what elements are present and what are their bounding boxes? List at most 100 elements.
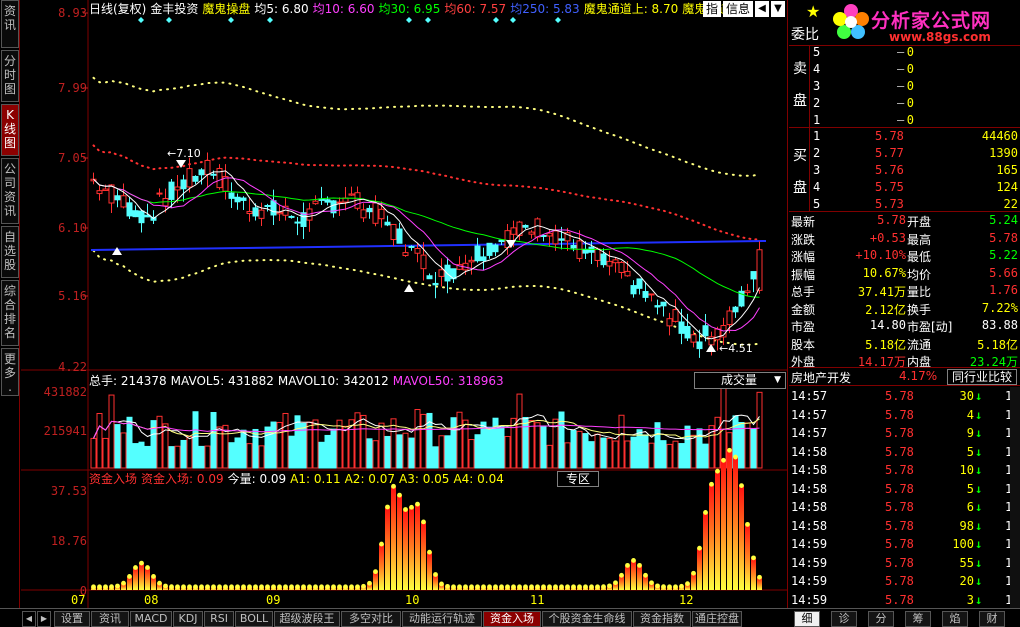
money-flow-dot — [553, 584, 558, 590]
money-flow-dot — [523, 584, 528, 590]
sell-level-row[interactable]: 2 –0 — [789, 95, 1020, 112]
money-flow-dot — [217, 584, 222, 590]
sell-level-row[interactable]: 5 –0 — [789, 44, 1020, 61]
scroll-right-icon[interactable]: ▶ — [37, 611, 51, 627]
buy-level-row[interactable]: 3 5.76 165 — [789, 162, 1020, 179]
money-flow-dot — [625, 562, 630, 568]
volume-bar — [402, 432, 409, 469]
buy-level-row[interactable]: 4 5.75 124 — [789, 179, 1020, 196]
money-flow-dot — [319, 584, 324, 590]
indicator-button[interactable]: 指 — [703, 1, 721, 17]
level-num: 1 — [813, 129, 821, 143]
tick-price: 5.78 — [885, 574, 914, 588]
volume-bar — [108, 394, 115, 469]
tick-scrollbar[interactable] — [1010, 387, 1020, 608]
money-flow-dot — [511, 584, 516, 590]
info-button[interactable]: 信息 — [723, 1, 753, 17]
volume-bar — [642, 434, 649, 469]
bottom-tab-12[interactable]: 通庄控盘 — [692, 611, 742, 627]
sidebar-tab-6[interactable]: 更多. — [1, 348, 19, 396]
money-flow-bar — [403, 509, 408, 590]
money-flow-dot — [439, 581, 444, 587]
scroll-left-icon[interactable]: ◀ — [22, 611, 36, 627]
volume-bar — [498, 426, 505, 469]
right-tab-3[interactable]: 筹 — [905, 611, 931, 627]
industry-compare-button[interactable]: 同行业比较 — [947, 369, 1017, 385]
kheader-item-2: 均5: 6.80 — [254, 2, 309, 16]
right-tab-4[interactable]: 焰 — [942, 611, 968, 627]
bottom-tab-0[interactable]: 设置 — [54, 611, 90, 627]
money-flow-dot — [145, 565, 150, 570]
right-tab-1[interactable]: 诊 — [831, 611, 857, 627]
money-axis-label: 18.76 — [50, 534, 87, 548]
candle-body — [642, 291, 649, 298]
volume-bar — [714, 416, 721, 469]
star-icon[interactable]: ★ — [806, 2, 820, 21]
tick-time: 14:58 — [791, 463, 828, 477]
tick-price: 5.78 — [885, 592, 914, 607]
volume-bar — [558, 411, 565, 469]
quote-value: 1.76 — [989, 283, 1018, 297]
quote-value: +0.53 — [869, 230, 906, 245]
bottom-tab-11[interactable]: 资金指数 — [633, 611, 691, 627]
money-flow-dot — [445, 583, 450, 589]
bottom-tab-3[interactable]: KDJ — [173, 611, 203, 627]
bottom-tab-9[interactable]: 资金入场 — [483, 611, 541, 627]
bottom-tab-4[interactable]: RSI — [204, 611, 234, 627]
vheader-item-3: MAVOL50: 318963 — [392, 374, 504, 388]
quote-value: 83.88 — [981, 318, 1018, 332]
candle-body — [660, 301, 667, 307]
money-flow-dot — [235, 584, 240, 590]
money-axis-label: 37.53 — [50, 484, 87, 498]
sidebar-tab-5[interactable]: 综合排名 — [1, 280, 19, 346]
quote-value: 5.78 — [877, 213, 906, 227]
right-tab-5[interactable]: 财 — [979, 611, 1005, 627]
bottom-tab-2[interactable]: MACD — [130, 611, 172, 627]
kheader-item-7: 魔鬼通道上: 8.70 — [583, 2, 679, 16]
right-tab-0[interactable]: 细 — [794, 611, 820, 627]
level-volume: 0 — [906, 113, 914, 127]
volume-selector[interactable]: 成交量 ▼ — [694, 372, 786, 389]
buy-level-row[interactable]: 1 5.78 44460 — [789, 128, 1020, 145]
sell-level-row[interactable]: 1 –0 — [789, 112, 1020, 129]
bottom-tab-5[interactable]: BOLL — [235, 611, 273, 627]
money-flow-dot — [721, 457, 726, 463]
period-label[interactable]: 日线(复权) — [89, 2, 146, 16]
bottom-tab-8[interactable]: 动能运行轨迹 — [402, 611, 482, 627]
nav-menu-icon[interactable]: ▼ — [771, 1, 785, 17]
sell-level-row[interactable]: 3 –0 — [789, 78, 1020, 95]
bottom-tab-7[interactable]: 多空对比 — [341, 611, 401, 627]
volume-bar — [96, 412, 103, 469]
volume-bar — [330, 428, 337, 469]
tick-price: 5.78 — [885, 426, 914, 440]
sidebar-tab-3[interactable]: 公司资讯 — [1, 158, 19, 224]
sidebar-tab-4[interactable]: 自选股 — [1, 226, 19, 278]
zone-button[interactable]: 专区 — [557, 471, 599, 487]
volume-bar — [132, 443, 139, 469]
buy-level-row[interactable]: 2 5.77 1390 — [789, 145, 1020, 162]
sidebar-tab-1[interactable]: 分时图 — [1, 50, 19, 102]
bottom-tab-1[interactable]: 资讯 — [91, 611, 129, 627]
candle-body — [384, 221, 391, 226]
kline-chart[interactable] — [21, 0, 788, 608]
sidebar-tab-0[interactable]: 资讯 — [1, 0, 19, 48]
sell-level-row[interactable]: 4 –0 — [789, 61, 1020, 78]
nav-left-icon[interactable]: ◀ — [755, 1, 769, 17]
candle-body — [108, 184, 115, 204]
candle-body — [654, 305, 661, 308]
money-flow-bar — [397, 495, 402, 590]
money-flow-dot — [229, 584, 234, 590]
bottom-tab-6[interactable]: 超级波段王 — [274, 611, 340, 627]
tick-time: 14:58 — [791, 500, 828, 514]
money-flow-dot — [397, 492, 402, 498]
tick-row: 14:57 5.78 4 ↓ 1 — [789, 406, 1020, 425]
bottom-tab-10[interactable]: 个股资金生命线 — [542, 611, 632, 627]
volume-bar — [720, 386, 727, 469]
quote-label: 最新 — [791, 215, 816, 229]
tick-row: 14:58 5.78 5 ↓ 1 — [789, 480, 1020, 499]
right-tab-2[interactable]: 分 — [868, 611, 894, 627]
money-flow-dot — [457, 584, 462, 590]
sidebar-tab-2[interactable]: K线图 — [1, 104, 19, 156]
level-volume: 44460 — [981, 129, 1018, 143]
arrow-down-icon: ↓ — [975, 555, 983, 570]
